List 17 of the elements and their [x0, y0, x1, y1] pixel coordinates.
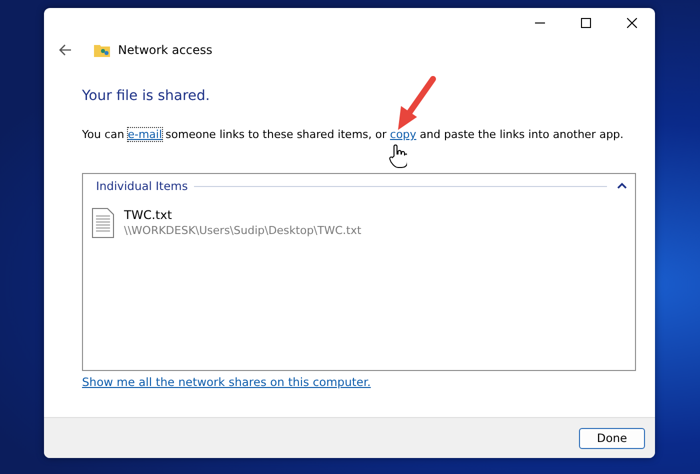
group-label: Individual Items [96, 179, 188, 193]
email-link[interactable]: e-mail [128, 128, 162, 141]
maximize-icon[interactable] [581, 18, 591, 28]
copy-link[interactable]: copy [390, 128, 416, 141]
heading: Your file is shared. [82, 88, 211, 104]
file-name: TWC.txt [124, 208, 173, 222]
close-icon[interactable] [627, 18, 637, 28]
hand-cursor-icon [389, 144, 407, 168]
chevron-icon[interactable] [617, 182, 627, 190]
file-path: \\WORKDESK\Users\Sudip\Desktop\TWC.txt [124, 224, 362, 237]
done-button[interactable]: Done [579, 428, 645, 448]
network-shares-link[interactable]: Show me all the network shares on this computer. [82, 375, 371, 389]
text-file-icon [92, 208, 114, 238]
back-arrow-icon[interactable] [58, 43, 72, 57]
shared-folder-icon [94, 43, 110, 57]
window-title: Network access [118, 43, 212, 57]
instruction-text: You can e-mail someone links to these shared items, or copy and paste the links into another app. [81, 127, 625, 143]
